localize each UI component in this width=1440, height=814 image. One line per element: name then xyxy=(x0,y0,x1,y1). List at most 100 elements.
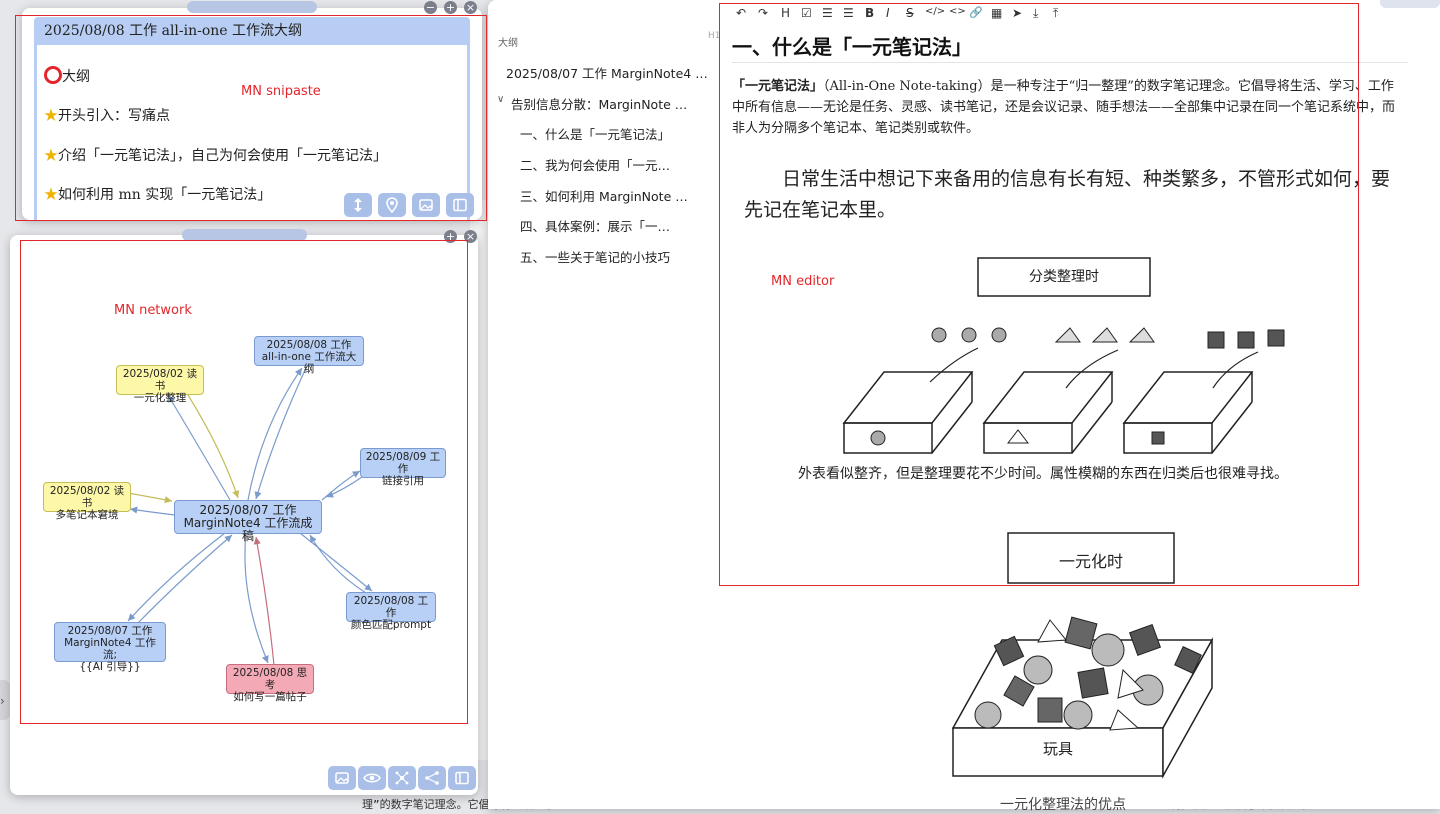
snapshot-button[interactable] xyxy=(328,766,356,790)
node-line: 2025/08/02 读书 xyxy=(49,485,125,509)
image-icon xyxy=(335,772,349,784)
sidebar-icon xyxy=(455,771,469,785)
node-line: 如何写一篇帖子 xyxy=(233,691,307,703)
snipaste-line-text: 介绍「一元笔记法」，自己为何会使用「一元笔记法」 xyxy=(58,148,387,164)
sidebar-icon xyxy=(453,198,467,212)
node-line: 2025/08/08 工作 xyxy=(353,595,429,619)
import-icon[interactable]: ⤒ xyxy=(1053,6,1058,21)
book-label-sorting: 分类整理时 xyxy=(1029,269,1099,285)
locate-button[interactable] xyxy=(378,193,406,217)
heading-icon[interactable]: H xyxy=(781,6,790,20)
outline-item-intro[interactable]: 告别信息分散：MarginNote … xyxy=(511,94,687,113)
node-line: 多笔记本窘境 xyxy=(55,509,119,521)
outline-item-root[interactable]: 2025/08/07 工作 MarginNote4 … xyxy=(506,63,708,82)
table-icon[interactable]: ▦ xyxy=(991,6,1002,20)
strikethrough-icon[interactable]: S xyxy=(906,6,914,20)
bold-icon[interactable]: B xyxy=(865,6,874,20)
outline-sidebar: 大纲 2025/08/07 工作 MarginNote4 … ∨ 告别信息分散：… xyxy=(488,0,708,809)
snipaste-line-howto: ★如何利用 mn 实现「一元笔记法」 xyxy=(44,184,271,204)
network-annotation-label: MN network xyxy=(114,303,192,318)
send-icon[interactable]: ➤ xyxy=(1012,6,1022,20)
document-panel: 大纲 2025/08/07 工作 MarginNote4 … ∨ 告别信息分散：… xyxy=(488,0,1440,813)
snipaste-line-text: 如何利用 mn 实现「一元笔记法」 xyxy=(58,187,272,203)
outline-item-section-4[interactable]: 四、具体案例：展示「一… xyxy=(520,216,670,235)
snipaste-drag-handle[interactable] xyxy=(187,1,317,13)
network-node-multi-notebook[interactable]: 2025/08/02 读书 多笔记本窘境 xyxy=(43,482,131,521)
node-line: MarginNote4 工作流成稿 xyxy=(183,516,313,543)
editor-paragraph: 「一元笔记法」（All-in-One Note-taking）是一种专注于“归一… xyxy=(732,76,1400,139)
outline-item-section-1[interactable]: 一、什么是「一元笔记法」 xyxy=(520,124,670,143)
export-icon[interactable]: ⤓ xyxy=(1033,6,1038,21)
snipaste-line-outline: 大纲 xyxy=(44,66,90,86)
snipaste-title: 2025/08/08 工作 all-in-one 工作流大纲 xyxy=(34,17,470,45)
network-node-center[interactable]: 2025/08/07 工作 MarginNote4 工作流成稿 xyxy=(174,500,322,543)
node-line: 2025/08/08 思考 xyxy=(232,667,308,691)
sidebar-toggle-button[interactable] xyxy=(446,193,474,217)
share-nodes-icon xyxy=(425,771,439,785)
node-line: 颜色匹配prompt xyxy=(350,619,432,631)
snapshot-button[interactable] xyxy=(412,193,440,217)
book-label-toys: 玩具 xyxy=(1042,740,1073,758)
link-icon[interactable]: 🔗 xyxy=(969,6,983,19)
inline-code-icon[interactable]: <> xyxy=(949,6,966,17)
node-line: {{AI 引导}} xyxy=(79,661,141,673)
outline-item-section-5[interactable]: 五、一些关于笔记的小技巧 xyxy=(520,247,670,266)
checkbox-icon[interactable]: ☑ xyxy=(801,6,812,20)
node-line: 2025/08/09 工作 xyxy=(365,451,441,475)
network-node-ai-guide[interactable]: 2025/08/07 工作 MarginNote4 工作流; {{AI 引导}} xyxy=(54,622,166,673)
network-node-color-prompt[interactable]: 2025/08/08 工作 颜色匹配prompt xyxy=(346,592,436,631)
red-circle-icon xyxy=(44,66,62,84)
window-corner-buttons xyxy=(1380,0,1440,8)
italic-icon[interactable]: I xyxy=(886,6,890,20)
scroll-sync-button[interactable] xyxy=(344,193,372,217)
network-graph-icon xyxy=(395,771,409,785)
node-line: 2025/08/02 读书 xyxy=(122,368,198,392)
network-node-link-ref[interactable]: 2025/08/09 工作 链接引用 xyxy=(360,448,446,487)
location-pin-icon xyxy=(386,197,398,213)
star-icon: ★ xyxy=(44,108,58,124)
redo-icon[interactable]: ↷ xyxy=(758,6,768,20)
node-line: 一元化整理 xyxy=(133,392,187,404)
numbered-list-icon[interactable]: ☰ xyxy=(843,6,854,20)
node-line: MarginNote4 工作流; xyxy=(64,637,156,661)
node-line: 链接引用 xyxy=(382,475,424,487)
star-icon: ★ xyxy=(44,148,58,164)
heading-divider xyxy=(732,62,1408,63)
book-caption: 外表看似整齐，但是整理要花不少时间。属性模糊的东西在归类后也很难寻找。 xyxy=(798,466,1288,482)
minimize-icon[interactable]: − xyxy=(424,1,437,14)
maximize-icon[interactable]: + xyxy=(444,1,457,14)
snipaste-line-method: ★介绍「一元笔记法」，自己为何会使用「一元笔记法」 xyxy=(44,145,387,165)
network-node-write-post[interactable]: 2025/08/08 思考 如何写一篇帖子 xyxy=(226,664,314,703)
snipaste-annotation-label: MN snipaste xyxy=(241,84,321,99)
sidebar-toggle-button[interactable] xyxy=(448,766,476,790)
bullet-list-icon[interactable]: ☰ xyxy=(822,6,833,20)
code-block-icon[interactable]: </> xyxy=(925,6,945,17)
star-icon: ★ xyxy=(44,187,58,203)
heading-level-tag: H1 xyxy=(708,31,721,41)
network-node-unify[interactable]: 2025/08/02 读书 一元化整理 xyxy=(116,365,204,404)
node-line: 2025/08/07 工作 xyxy=(67,625,153,637)
undo-icon[interactable]: ↶ xyxy=(736,6,746,20)
snipaste-line-text: 大纲 xyxy=(62,69,90,85)
network-node-outline[interactable]: 2025/08/08 工作 all-in-one 工作流大纲 xyxy=(254,336,364,375)
outline-item-section-2[interactable]: 二、我为何会使用「一元… xyxy=(520,155,670,174)
close-icon[interactable]: × xyxy=(464,1,477,14)
eye-icon xyxy=(363,773,381,783)
snipaste-line-text: 开头引入：写痛点 xyxy=(58,108,170,124)
outline-item-section-3[interactable]: 三、如何利用 MarginNote … xyxy=(520,186,688,205)
node-line: all-in-one 工作流大纲 xyxy=(261,351,357,375)
paragraph-body: （All-in-One Note-taking）是一种专注于“归一整理”的数字笔… xyxy=(732,79,1396,136)
graph-layout-button[interactable] xyxy=(388,766,416,790)
book-bottom-cut: 一元化整理法的优点 xyxy=(1000,797,1126,813)
paragraph-bold-term: 「一元笔记法」 xyxy=(732,79,824,94)
editor-toolbar: ↶ ↷ H ☑ ☰ ☰ B I S </> <> 🔗 ▦ ➤ ⤓ ⤒ xyxy=(728,0,1328,24)
editor-annotation-label: MN editor xyxy=(771,274,835,289)
editor-heading: 一、什么是「一元笔记法」 xyxy=(732,35,972,59)
chevron-down-icon[interactable]: ∨ xyxy=(497,94,504,105)
preview-button[interactable] xyxy=(358,766,386,790)
image-icon xyxy=(419,199,433,211)
chevron-right-icon[interactable]: › xyxy=(0,694,5,708)
up-down-arrows-icon xyxy=(354,198,362,212)
snipaste-line-intro: ★开头引入：写痛点 xyxy=(44,105,170,125)
connect-button[interactable] xyxy=(418,766,446,790)
